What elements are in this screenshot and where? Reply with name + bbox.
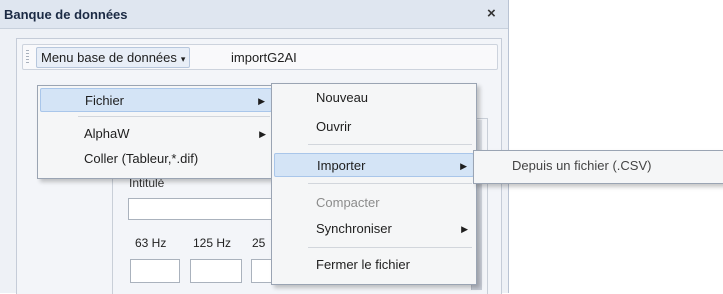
menu-item-ouvrir[interactable]: Ouvrir [274, 115, 474, 139]
menu-item-label: Ouvrir [316, 119, 352, 134]
submenu-arrow-icon: ▶ [258, 96, 265, 106]
menu-item-label: Nouveau [316, 90, 369, 105]
close-icon[interactable]: × [487, 5, 496, 22]
database-menu-dropdown: Fichier ▶ AlphaW ▶ Coller (Tableur,*.dif… [37, 85, 275, 179]
submenu-arrow-icon: ▶ [460, 161, 467, 171]
menu-item-label: Importer [317, 158, 366, 173]
menu-item-fichier[interactable]: Fichier ▶ [40, 88, 272, 112]
menu-item-label: Coller (Tableur,*.dif) [84, 151, 199, 166]
importer-submenu: Depuis un fichier (.CSV) [473, 150, 723, 184]
menu-item-depuis-csv[interactable]: Depuis un fichier (.CSV) [476, 154, 722, 178]
submenu-arrow-icon: ▶ [461, 224, 468, 234]
menu-item-label: Compacter [316, 195, 380, 210]
hz-label-125: 125 Hz [193, 236, 232, 250]
hz-field-125[interactable] [190, 259, 242, 283]
grip-icon[interactable] [26, 50, 29, 64]
database-name-label: importG2AI [231, 50, 297, 65]
menu-item-importer[interactable]: Importer ▶ [274, 153, 474, 177]
title-bar: Banque de données × [0, 0, 508, 29]
menu-item-compacter: Compacter [274, 191, 474, 215]
menu-item-fermer[interactable]: Fermer le fichier [274, 253, 474, 277]
menu-item-coller[interactable]: Coller (Tableur,*.dif) [40, 147, 272, 171]
menu-item-label: Synchroniser [316, 221, 392, 236]
menu-item-label: Fichier [85, 93, 125, 108]
menu-item-label: Fermer le fichier [316, 257, 410, 272]
window-title: Banque de données [4, 7, 128, 22]
database-menu-button[interactable]: Menu base de données ▾ [36, 47, 191, 68]
hz-label-250: 25 [252, 236, 266, 250]
menu-item-label: AlphaW [84, 126, 130, 141]
menu-separator [308, 144, 472, 145]
dropdown-arrow-icon: ▾ [180, 54, 186, 64]
menu-item-alphaw[interactable]: AlphaW ▶ [40, 122, 272, 146]
hz-field-250[interactable] [251, 259, 273, 283]
menu-separator [308, 247, 472, 248]
menu-item-label: Depuis un fichier (.CSV) [512, 158, 652, 173]
intitule-field[interactable] [128, 198, 280, 220]
menu-item-synchroniser[interactable]: Synchroniser ▶ [274, 217, 474, 241]
hz-label-63: 63 Hz [135, 236, 167, 250]
menu-separator [78, 116, 270, 117]
menu-item-nouveau[interactable]: Nouveau [274, 86, 474, 110]
database-menu-label: Menu base de données [41, 50, 177, 65]
hz-field-63[interactable] [130, 259, 180, 283]
submenu-arrow-icon: ▶ [259, 129, 266, 139]
fichier-submenu: Nouveau Ouvrir Importer ▶ Compacter Sync… [271, 83, 477, 285]
menu-separator [308, 183, 472, 184]
